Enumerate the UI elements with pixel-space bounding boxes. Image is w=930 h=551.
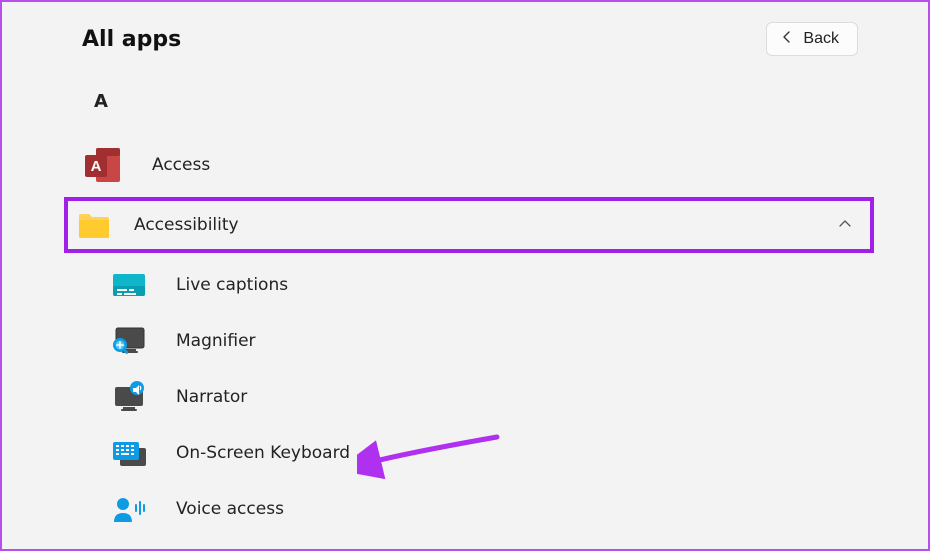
app-item-on-screen-keyboard[interactable]: On-Screen Keyboard bbox=[82, 425, 868, 481]
back-button-label: Back bbox=[803, 30, 839, 48]
narrator-icon bbox=[110, 378, 148, 416]
app-item-label: Access bbox=[152, 155, 210, 175]
app-item-label: Voice access bbox=[176, 499, 284, 519]
app-item-access[interactable]: A Access bbox=[82, 137, 868, 193]
app-folder-accessibility[interactable]: Accessibility bbox=[64, 197, 874, 253]
app-item-voice-access[interactable]: Voice access bbox=[82, 481, 868, 537]
chevron-up-icon bbox=[838, 216, 852, 235]
voice-access-icon bbox=[110, 490, 148, 528]
app-item-magnifier[interactable]: Magnifier bbox=[82, 313, 868, 369]
app-item-narrator[interactable]: Narrator bbox=[82, 369, 868, 425]
app-item-live-captions[interactable]: Live captions bbox=[82, 257, 868, 313]
access-icon: A bbox=[82, 144, 124, 186]
folder-icon bbox=[76, 207, 112, 243]
live-captions-icon bbox=[110, 266, 148, 304]
app-folder-label: Accessibility bbox=[134, 215, 239, 235]
chevron-left-icon bbox=[781, 30, 793, 48]
app-item-label: Narrator bbox=[176, 387, 247, 407]
back-button[interactable]: Back bbox=[766, 22, 858, 56]
app-item-label: Live captions bbox=[176, 275, 288, 295]
on-screen-keyboard-icon bbox=[110, 434, 148, 472]
svg-text:A: A bbox=[91, 158, 102, 175]
app-item-label: On-Screen Keyboard bbox=[176, 443, 350, 463]
section-letter-a[interactable]: A bbox=[94, 91, 868, 112]
app-item-label: Magnifier bbox=[176, 331, 256, 351]
magnifier-icon bbox=[110, 322, 148, 360]
page-title: All apps bbox=[82, 27, 181, 52]
